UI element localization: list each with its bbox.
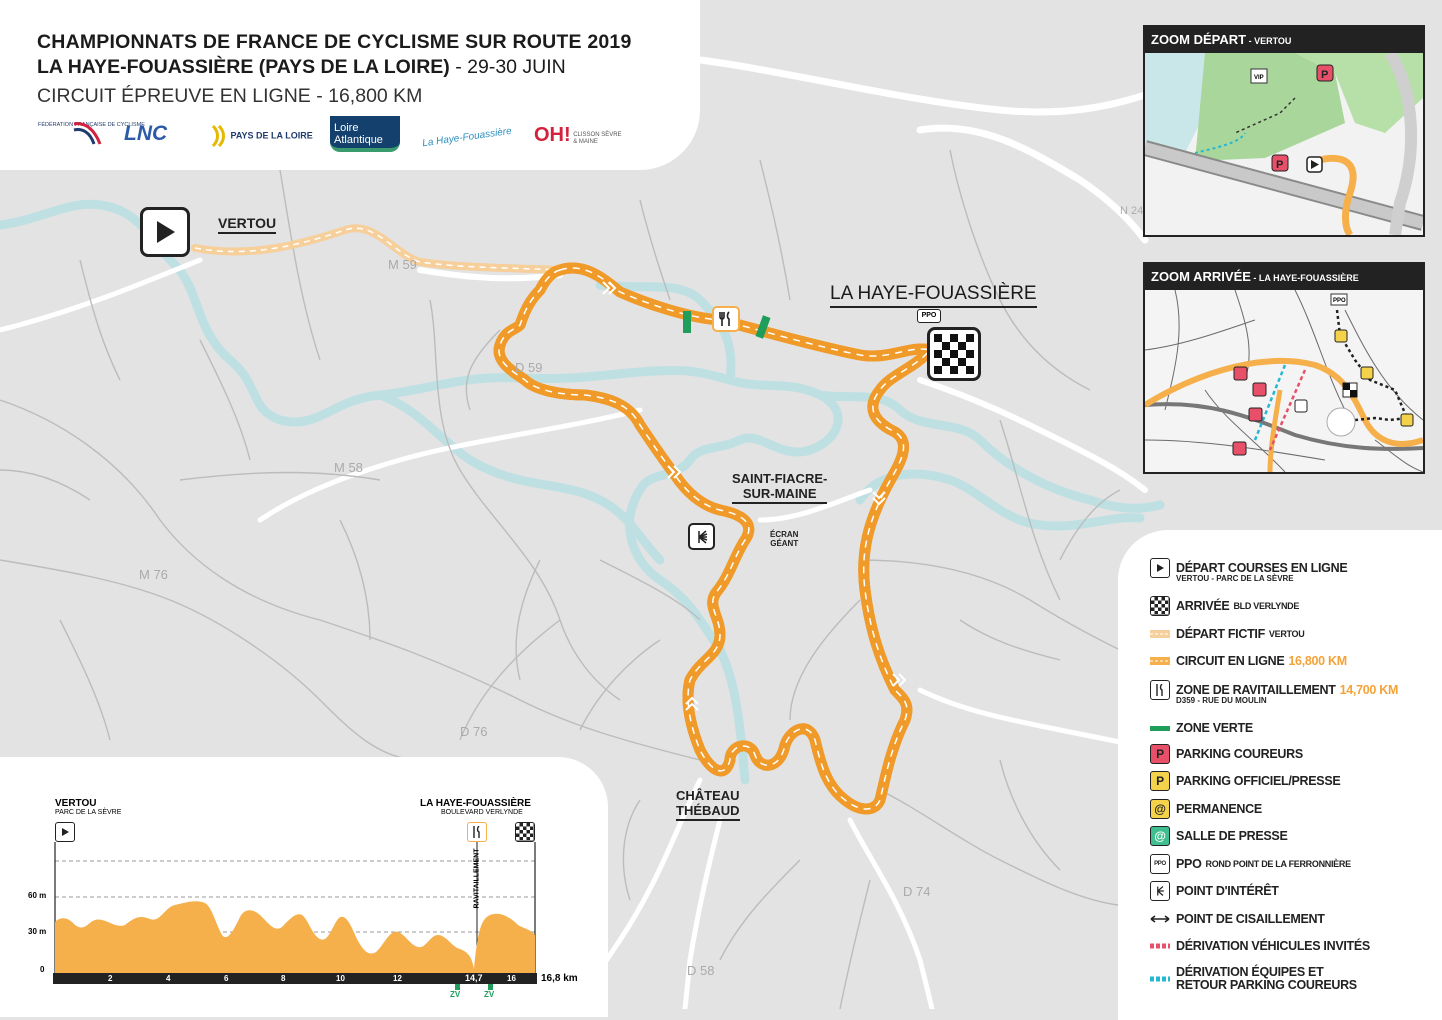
legend-parking-coureurs: P PARKING COUREURS (1150, 744, 1303, 764)
at-green-icon: @ (1150, 826, 1170, 846)
parking-yellow-icon: P (1150, 771, 1170, 791)
svg-text:P: P (1276, 159, 1283, 171)
profile-chart (53, 842, 537, 990)
title-line-3: CIRCUIT ÉPREUVE EN LIGNE - 16,800 KM (37, 85, 423, 107)
zoom-depart-panel: ZOOM DÉPART - VERTOU VIP P P (1143, 25, 1425, 237)
x-tick: 14,7 (465, 973, 483, 983)
green-zone-icon (1150, 718, 1170, 738)
vip-icon: VIP (1254, 75, 1264, 81)
la-haye-label: LA HAYE-FOUASSIÈRE (830, 283, 1037, 308)
vertou-label: VERTOU (218, 215, 277, 234)
ppo-marker: PPO (917, 309, 941, 323)
logo-loire-atlantique: Loire Atlantique (330, 116, 400, 152)
logo-clisson: OH! CLISSON SÈVRE & MAINE (534, 124, 622, 146)
zoom-arrivee-title: ZOOM ARRIVÉE - LA HAYE-FOUASSIÈRE (1145, 264, 1423, 290)
point-interet-icon[interactable] (688, 523, 715, 550)
legend-cisaillement: POINT DE CISAILLEMENT (1150, 909, 1325, 929)
legend-fictif: DÉPART FICTIF VERTOU (1150, 624, 1305, 644)
zoom-arrivee-panel: ZOOM ARRIVÉE - LA HAYE-FOUASSIÈRE PPO (1143, 262, 1425, 474)
zone-verte-marker (683, 311, 691, 333)
legend-interet: POINT D'INTÉRÊT (1150, 881, 1279, 901)
x-tick: 10 (336, 974, 345, 983)
road-label: M 76 (139, 567, 168, 582)
road-label: D 58 (687, 963, 715, 978)
double-arrow-icon (1150, 909, 1170, 929)
legend-panel: DÉPART COURSES EN LIGNE VERTOU - PARC DE… (1118, 530, 1442, 1020)
zv-label: ZV (484, 990, 495, 999)
title-line-1: CHAMPIONNATS DE FRANCE DE CYCLISME SUR R… (37, 31, 632, 53)
circuit-line-icon (1150, 651, 1170, 671)
elevation-profile-panel: VERTOU PARC DE LA SÈVRE LA HAYE-FOUASSIÈ… (0, 757, 608, 1017)
saint-fiacre-label: SAINT-FIACRE- SUR-MAINE (732, 471, 828, 504)
zoom-depart-map: VIP P P (1145, 53, 1423, 235)
legend-salle-presse: @ SALLE DE PRESSE (1150, 826, 1288, 846)
road-label: M 59 (388, 257, 417, 272)
svg-text:P: P (1321, 69, 1328, 81)
logo-ffc: FÉDÉRATION FRANÇAISE DE CYCLISME (38, 122, 145, 145)
road-label: D 76 (460, 724, 488, 739)
x-tick: 16 (507, 974, 516, 983)
legend-permanence: @ PERMANENCE (1150, 799, 1262, 819)
logo-lnc: LNC (124, 122, 168, 145)
x-end-label: 16,8 km (541, 973, 578, 984)
legend-arrivee: ARRIVÉE BLD VERLYNDE (1150, 596, 1299, 616)
y-label-0: 0 (40, 965, 45, 974)
road-label: D 74 (903, 884, 931, 899)
ecran-geant-label: ÉCRAN GÉANT (770, 530, 799, 548)
at-yellow-icon: @ (1150, 799, 1170, 819)
blue-dashed-icon (1150, 969, 1170, 989)
x-tick: 12 (393, 974, 402, 983)
x-tick: 2 (108, 974, 113, 983)
sponsor-logos: FÉDÉRATION FRANÇAISE DE CYCLISME LNC PAY… (38, 116, 638, 156)
legend-derivation-vehicules: DÉRIVATION VÉHICULES INVITÉS (1150, 936, 1370, 956)
ppo-icon: PPO (1150, 854, 1170, 874)
road-label: M 58 (334, 460, 363, 475)
start-marker-icon[interactable] (140, 207, 190, 257)
play-icon (1150, 558, 1170, 578)
legend-depart-sub: VERTOU - PARC DE LA SÈVRE (1176, 574, 1294, 583)
legend-ppo: PPO PPO ROND POINT DE LA FERRONNIÈRE (1150, 854, 1351, 874)
road-label: D 59 (515, 360, 543, 375)
legend-circuit: CIRCUIT EN LIGNE 16,800 KM (1150, 651, 1347, 671)
point-interet-icon (1150, 881, 1170, 901)
x-tick: 4 (166, 974, 171, 983)
finish-marker-icon[interactable] (927, 327, 981, 381)
logo-pays-de-la-loire: PAYS DE LA LOIRE (210, 124, 313, 148)
x-tick: 8 (281, 974, 286, 983)
red-dashed-icon (1150, 936, 1170, 956)
feed-zone-marker-icon[interactable] (712, 306, 740, 332)
chateau-thebaud-label: CHÂTEAU THÉBAUD (676, 788, 740, 821)
y-label-30: 30 m (28, 927, 47, 936)
y-label-60: 60 m (28, 891, 47, 900)
logo-la-haye: La Haye-Fouassière (421, 125, 513, 150)
legend-derivation-equipes: DÉRIVATION ÉQUIPES ET RETOUR PARKING COUR… (1150, 966, 1357, 992)
svg-text:PPO: PPO (1333, 298, 1346, 304)
zv-label: ZV (450, 990, 461, 999)
title-line-2: LA HAYE-FOUASSIÈRE (PAYS DE LA LOIRE) - … (37, 56, 566, 78)
legend-parking-officiel: P PARKING OFFICIEL/PRESSE (1150, 771, 1341, 791)
zoom-depart-title: ZOOM DÉPART - VERTOU (1145, 27, 1423, 53)
checkered-flag-icon (1150, 596, 1170, 616)
fictif-line-icon (1150, 624, 1170, 644)
x-tick: 6 (224, 974, 229, 983)
ravitaillement-vertical-label: RAVITAILLEMENT (473, 848, 481, 909)
parking-red-icon: P (1150, 744, 1170, 764)
title-panel: CHAMPIONNATS DE FRANCE DE CYCLISME SUR R… (0, 0, 700, 170)
fork-knife-icon (1150, 680, 1170, 700)
legend-ravito-sub: D359 - RUE DU MOULIN (1176, 696, 1267, 705)
legend-zone-verte: ZONE VERTE (1150, 718, 1253, 738)
zoom-arrivee-map: PPO (1145, 290, 1423, 472)
